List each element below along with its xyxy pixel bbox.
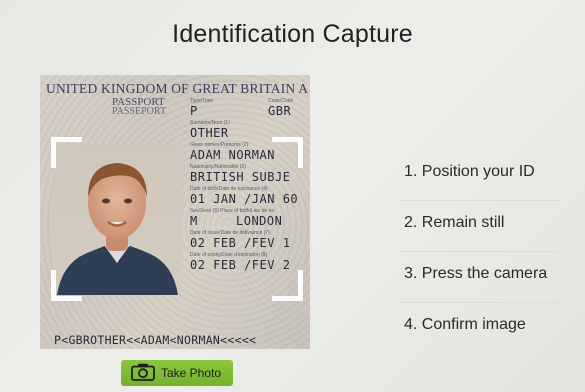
issue-date-value: 02 FEB /FEV 1 — [190, 236, 291, 250]
frame-corner-top-right — [272, 137, 303, 168]
step-press-camera: 3. Press the camera — [398, 252, 560, 303]
id-document-preview: UNITED KINGDOM OF GREAT BRITAIN A PASSPO… — [40, 75, 310, 349]
document-country: UNITED KINGDOM OF GREAT BRITAIN A — [46, 81, 309, 96]
type-value: P — [190, 104, 198, 118]
machine-readable-zone: P<GBROTHER<<ADAM<NORMAN<<<<< — [54, 333, 257, 347]
given-names-value: ADAM NORMAN — [190, 148, 275, 162]
page-title: Identification Capture — [172, 20, 413, 48]
surname-value: OTHER — [190, 126, 229, 140]
passport-label-fr: PASSEPORT — [112, 106, 167, 117]
step-remain-still: 2. Remain still — [398, 201, 560, 252]
instruction-list: 1. Position your ID 2. Remain still 3. P… — [398, 150, 560, 354]
step-confirm-image: 4. Confirm image — [404, 316, 526, 333]
take-photo-label: Take Photo — [161, 366, 222, 380]
camera-icon — [131, 363, 155, 384]
take-photo-button[interactable]: Take Photo — [121, 360, 233, 386]
frame-corner-top-left — [51, 137, 82, 168]
dob-value: 01 JAN /JAN 60 — [190, 192, 299, 206]
step-position-id: 1. Position your ID — [398, 150, 560, 201]
code-value: GBR — [268, 104, 292, 118]
sex-value: M — [190, 214, 198, 228]
place-of-birth-value: LONDON — [236, 214, 283, 228]
nationality-value: BRITISH SUBJE — [190, 170, 291, 184]
frame-corner-bottom-right — [272, 270, 303, 301]
frame-corner-bottom-left — [51, 270, 82, 301]
